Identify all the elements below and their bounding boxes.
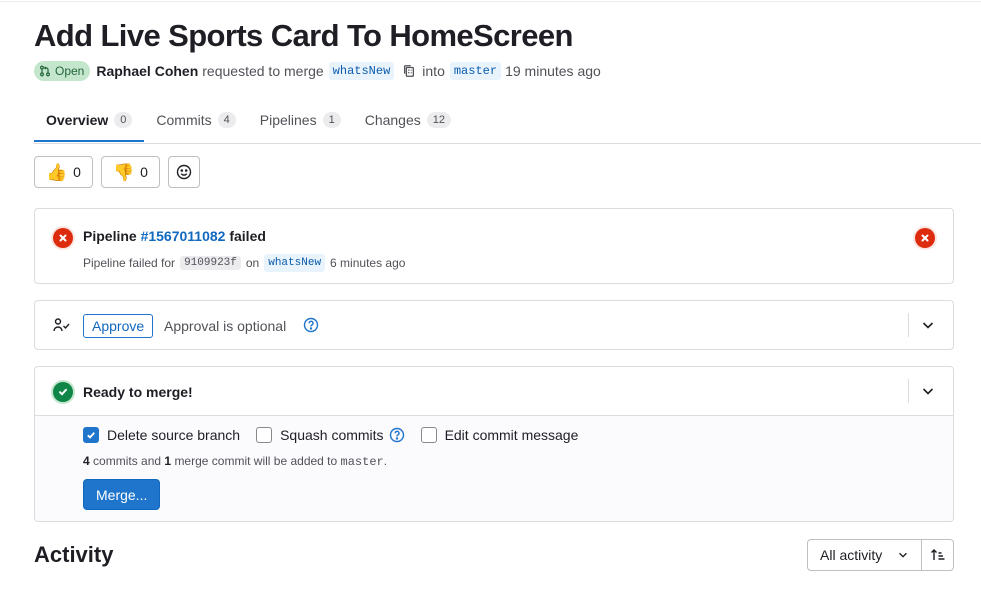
tab-commits[interactable]: Commits 4 (144, 100, 247, 140)
pipeline-sub-prefix: Pipeline failed for (83, 256, 176, 270)
mr-meta: Open Raphael Cohen requested to merge wh… (34, 61, 601, 81)
sort-lowest-icon (930, 549, 944, 560)
approval-widget: Approve Approval is optional (34, 300, 954, 350)
tab-count: 0 (114, 112, 133, 128)
commit-sha[interactable]: 9109923f (180, 256, 241, 270)
approval-text: Approval is optional (164, 318, 287, 334)
approval-help-icon[interactable] (303, 317, 319, 336)
merge-commit-count: 1 (164, 454, 172, 468)
reactions-bar: 👍 0 👎 0 (34, 156, 200, 188)
into-text: into (422, 63, 445, 79)
target-branch[interactable]: master (449, 62, 502, 80)
tab-overview[interactable]: Overview 0 (34, 100, 145, 142)
delete-source-branch-label[interactable]: Delete source branch (107, 427, 240, 443)
tab-label: Pipelines (259, 112, 317, 128)
thumbs-up-count: 0 (73, 164, 81, 180)
approval-divider (908, 313, 909, 337)
approval-expand-chevron-icon[interactable] (921, 318, 935, 335)
merge-widget: Ready to merge! Delete source branch Squ… (34, 366, 954, 522)
commits-info: 4 commits and 1 merge commit will be add… (83, 454, 387, 469)
tab-label: Commits (156, 112, 212, 128)
merge-request-icon (40, 65, 50, 77)
pipeline-prefix: Pipeline (83, 228, 137, 244)
status-badge-label: Open (55, 64, 85, 78)
failed-status-icon (53, 228, 73, 248)
thumbs-down-count: 0 (140, 164, 148, 180)
merge-expand-chevron-icon[interactable] (921, 384, 935, 401)
tab-label: Overview (46, 112, 109, 128)
chevron-down-icon (899, 552, 907, 558)
delete-source-branch-checkbox[interactable] (83, 427, 99, 443)
status-badge: Open (34, 61, 91, 81)
tab-count: 1 (322, 112, 341, 128)
source-branch[interactable]: whatsNew (328, 62, 395, 80)
tab-changes[interactable]: Changes 12 (353, 100, 463, 140)
smiley-icon (176, 164, 192, 180)
commits-count: 4 (83, 454, 90, 468)
period: . (383, 454, 388, 468)
squash-commits-checkbox[interactable] (256, 427, 273, 443)
thumbs-down-icon: 👎 (112, 162, 135, 182)
page-title: Add Live Sports Card To HomeScreen (34, 18, 573, 53)
merge-target-branch: master (340, 455, 384, 469)
copy-branch-icon[interactable] (402, 64, 416, 78)
thumbs-up-button[interactable]: 👍 0 (34, 156, 93, 188)
success-status-icon (53, 382, 73, 402)
merge-commit-text: merge commit will be added to (174, 454, 338, 468)
merge-options: Delete source branch Squash commits Edit… (35, 416, 953, 521)
pipeline-time: 6 minutes ago (330, 256, 406, 270)
failed-job-status-icon[interactable] (915, 228, 935, 248)
pipeline-branch[interactable]: whatsNew (264, 254, 326, 272)
pipeline-subtitle: Pipeline failed for 9109923f on whatsNew… (83, 254, 405, 272)
requested-text: requested to merge (202, 63, 324, 79)
merge-divider (908, 379, 909, 403)
merge-checkboxes: Delete source branch Squash commits Edit… (83, 427, 578, 443)
author-name[interactable]: Raphael Cohen (96, 63, 198, 79)
merge-status-title: Ready to merge! (83, 384, 193, 400)
squash-help-icon[interactable] (389, 427, 405, 443)
add-reaction-button[interactable] (167, 156, 200, 188)
tab-count: 12 (426, 112, 451, 128)
commits-text: commits and (93, 454, 162, 468)
activity-heading: Activity (34, 542, 114, 567)
on-text: on (245, 256, 260, 270)
merge-header: Ready to merge! (35, 367, 953, 416)
squash-commits-label[interactable]: Squash commits (280, 427, 383, 443)
pipeline-suffix: failed (229, 228, 266, 244)
approve-button[interactable]: Approve (83, 314, 154, 338)
time-ago: 19 minutes ago (505, 63, 601, 79)
sort-direction-button[interactable] (921, 539, 954, 571)
thumbs-down-button[interactable]: 👎 0 (100, 156, 160, 188)
thumbs-up-icon: 👍 (46, 162, 68, 182)
activity-filter-dropdown[interactable]: All activity (807, 539, 922, 571)
pipeline-id-link[interactable]: #1567011082 (141, 228, 226, 244)
activity-filter-label: All activity (820, 547, 883, 563)
edit-commit-message-label[interactable]: Edit commit message (445, 427, 579, 443)
tab-label: Changes (364, 112, 421, 128)
edit-commit-message-checkbox[interactable] (420, 427, 437, 443)
tab-pipelines[interactable]: Pipelines 1 (248, 100, 353, 140)
pipeline-title: Pipeline #1567011082 failed (83, 228, 266, 244)
pipeline-widget: Pipeline #1567011082 failed Pipeline fai… (34, 208, 954, 284)
merge-button[interactable]: Merge... (83, 479, 161, 510)
approval-user-icon (53, 317, 71, 336)
top-border (0, 1, 981, 2)
mr-tabs: Overview 0 Commits 4 Pipelines 1 Changes… (34, 100, 463, 144)
tab-count: 4 (217, 112, 236, 128)
tabs-divider (34, 143, 981, 144)
